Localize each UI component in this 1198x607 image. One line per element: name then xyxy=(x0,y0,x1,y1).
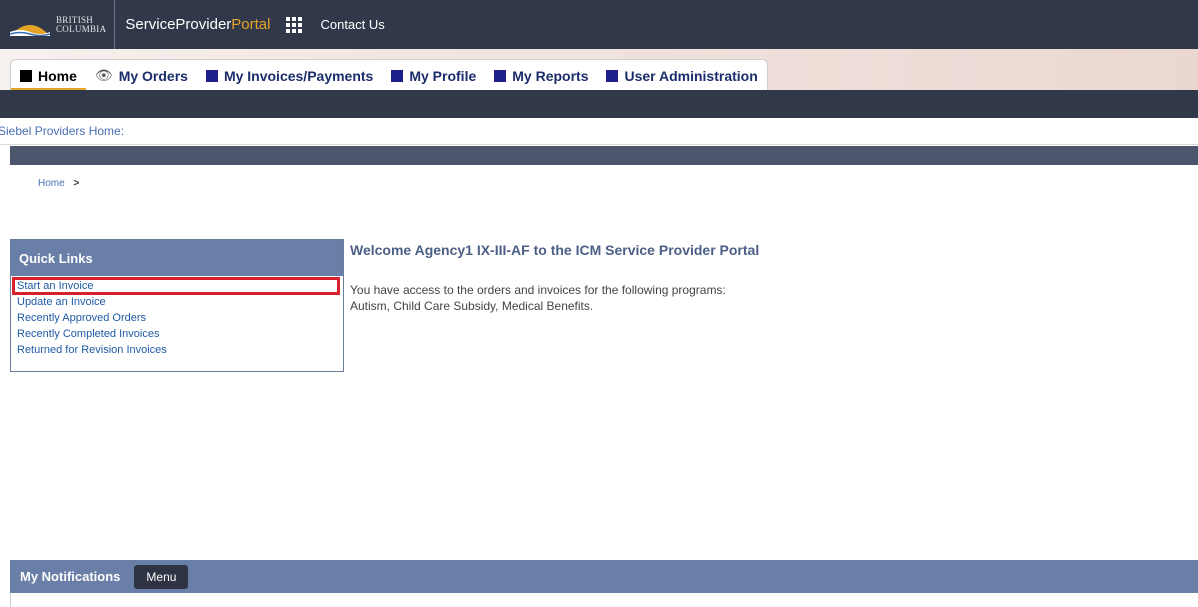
section-band xyxy=(10,146,1198,165)
quick-links-list: Start an Invoice Update an Invoice Recen… xyxy=(11,276,343,358)
square-icon xyxy=(391,69,404,82)
top-bar: BRITISH COLUMBIA ServiceProviderPortal C… xyxy=(0,0,1198,49)
tab-my-profile[interactable]: My Profile xyxy=(382,60,485,91)
sun-logo-icon xyxy=(10,24,50,36)
nav-band xyxy=(0,90,1198,118)
providers-home-title: Siebel Providers Home: xyxy=(0,124,125,138)
square-icon xyxy=(606,69,619,82)
portal-name[interactable]: ServiceProviderPortal xyxy=(125,16,270,33)
quick-link-recently-approved-orders[interactable]: Recently Approved Orders xyxy=(11,310,343,326)
breadcrumb-home-link[interactable]: Home xyxy=(38,178,65,189)
providers-home-bar: Siebel Providers Home: xyxy=(0,118,1198,145)
tab-user-administration[interactable]: User Administration xyxy=(597,60,766,91)
square-icon xyxy=(20,69,32,82)
quick-links-title: Quick Links xyxy=(19,250,93,266)
breadcrumb: Home > xyxy=(38,178,79,189)
apps-grid-icon[interactable] xyxy=(286,16,303,33)
tab-my-orders[interactable]: 👁 My Orders xyxy=(86,60,197,91)
main-tabs: Home 👁 My Orders My Invoices/Payments My… xyxy=(10,59,768,91)
notifications-bar: My Notifications Menu xyxy=(10,560,1198,593)
square-icon xyxy=(494,69,507,82)
quick-links-header: Quick Links xyxy=(11,240,343,276)
welcome-line-2: Autism, Child Care Subsidy, Medical Bene… xyxy=(350,299,594,313)
quick-links-panel: Quick Links Start an Invoice Update an I… xyxy=(10,239,344,372)
notifications-content xyxy=(10,593,1198,607)
tab-my-invoices-payments[interactable]: My Invoices/Payments xyxy=(197,60,382,91)
contact-us-link[interactable]: Contact Us xyxy=(320,17,384,32)
quick-link-update-invoice[interactable]: Update an Invoice xyxy=(11,294,343,310)
square-icon xyxy=(205,69,218,82)
notifications-title: My Notifications xyxy=(20,569,121,584)
logo-text: BRITISH COLUMBIA xyxy=(56,14,107,34)
tab-my-reports[interactable]: My Reports xyxy=(485,60,597,91)
quick-link-returned-for-revision[interactable]: Returned for Revision Invoices xyxy=(11,342,343,358)
breadcrumb-separator: > xyxy=(73,178,80,189)
quick-link-recently-completed-invoices[interactable]: Recently Completed Invoices xyxy=(11,326,343,342)
tab-strip: Home 👁 My Orders My Invoices/Payments My… xyxy=(0,49,1198,91)
eye-icon: 👁 xyxy=(94,67,113,83)
tab-home[interactable]: Home xyxy=(11,60,86,91)
welcome-text: You have access to the orders and invoic… xyxy=(350,282,726,314)
quick-link-start-invoice[interactable]: Start an Invoice xyxy=(12,277,340,295)
notifications-menu-button[interactable]: Menu xyxy=(134,564,189,589)
welcome-title: Welcome Agency1 IX-III-AF to the ICM Ser… xyxy=(350,242,760,258)
bc-logo[interactable]: BRITISH COLUMBIA xyxy=(0,0,116,49)
welcome-line-1: You have access to the orders and invoic… xyxy=(350,283,726,297)
